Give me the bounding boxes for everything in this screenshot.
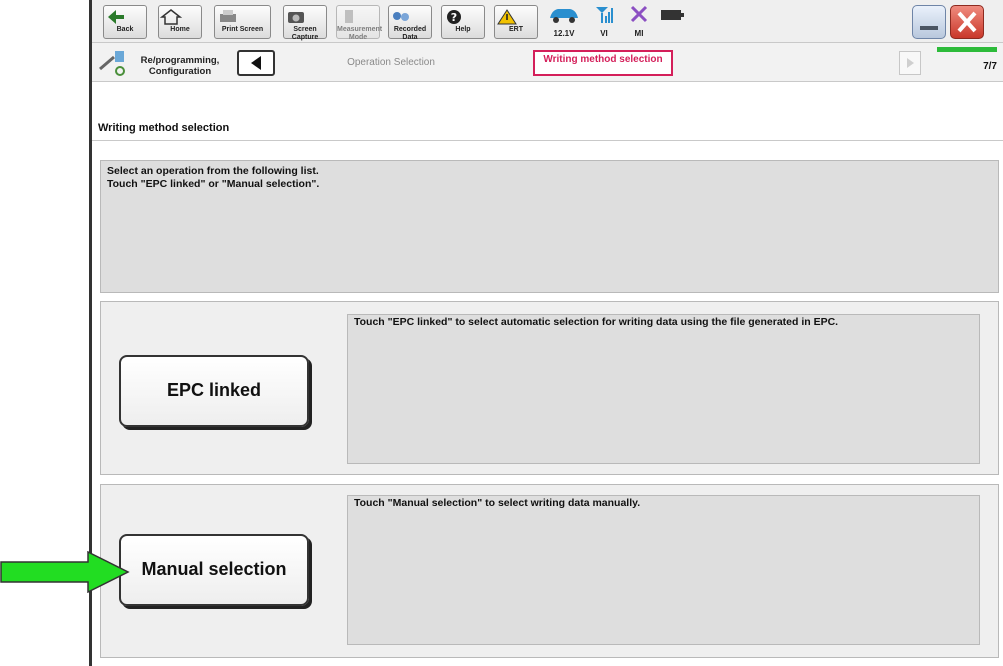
toolbar: Back Home Print Screen Screen Capture Me… (92, 0, 1003, 43)
nav-forward-button[interactable] (899, 51, 921, 75)
measurement-icon (345, 10, 353, 23)
instruction-line-1: Select an operation from the following l… (107, 165, 319, 177)
car-icon (550, 9, 578, 23)
close-button[interactable] (950, 5, 984, 39)
option-panel-epc-linked: EPC linked Touch "EPC linked" to select … (100, 301, 999, 475)
printer-icon (220, 10, 236, 22)
nav-back-button[interactable] (237, 50, 275, 76)
option-panel-manual-selection: Manual selection Touch "Manual selection… (100, 484, 999, 658)
close-icon (957, 11, 977, 33)
device-status (658, 4, 686, 31)
measurement-mode-label: Measurement Mode (337, 26, 383, 41)
progress-bar (937, 47, 997, 52)
minimize-button[interactable] (912, 5, 946, 39)
page-indicator: 7/7 (983, 61, 997, 72)
back-button-label: Back (116, 26, 134, 33)
home-button-label: Home (170, 26, 190, 33)
signal-icon (596, 7, 613, 23)
ert-label: ERT (509, 26, 523, 33)
manual-selection-description: Touch "Manual selection" to select writi… (347, 495, 980, 645)
page-title: Writing method selection (98, 122, 230, 134)
camera-icon (288, 12, 304, 23)
instruction-line-2: Touch "EPC linked" or "Manual selection"… (107, 178, 320, 190)
pointer-arrow-icon (0, 551, 130, 593)
epc-linked-description: Touch "EPC linked" to select automatic s… (347, 314, 980, 464)
screen-capture-button[interactable]: Screen Capture (283, 5, 327, 41)
voltage-label: 12.1V (553, 29, 575, 38)
warning-icon (497, 9, 517, 25)
recorded-data-icon (393, 12, 409, 21)
progress-indicator: 7/7 (937, 47, 1003, 79)
instruction-box: Select an operation from the following l… (100, 160, 999, 293)
recorded-data-label: Recorded Data (393, 26, 427, 41)
mi-status: MI (627, 4, 651, 38)
back-arrow-icon (108, 10, 124, 24)
disconnected-icon (630, 5, 648, 23)
title-divider (92, 140, 1003, 141)
mi-label: MI (634, 29, 644, 38)
print-screen-label: Print Screen (221, 26, 264, 33)
navigation-bar: Re/programming, Configuration Operation … (92, 43, 1003, 82)
reprogramming-icon (99, 51, 125, 76)
back-button[interactable]: Back (103, 5, 147, 39)
step-operation-selection[interactable]: Operation Selection (286, 51, 496, 75)
measurement-mode-button[interactable]: Measurement Mode (336, 5, 383, 41)
screen-capture-label: Screen Capture (291, 26, 319, 41)
vi-status: VI (592, 4, 616, 38)
ert-button[interactable]: ERT (494, 5, 538, 39)
vi-label: VI (600, 29, 608, 38)
battery-voltage-status: 12.1V (544, 4, 584, 38)
battery-icon (661, 10, 684, 20)
home-icon (159, 9, 183, 25)
recorded-data-button[interactable]: Recorded Data (388, 5, 432, 41)
app-window: Back Home Print Screen Screen Capture Me… (89, 0, 1003, 666)
section-label: Re/programming, Configuration (140, 55, 220, 77)
home-button[interactable]: Home (158, 5, 202, 39)
epc-linked-button[interactable]: EPC linked (119, 355, 309, 427)
print-screen-button[interactable]: Print Screen (214, 5, 271, 39)
step-writing-method-selection: Writing method selection (533, 50, 673, 76)
help-button[interactable]: ? Help (441, 5, 485, 39)
help-icon: ? (447, 10, 461, 24)
svg-text:?: ? (451, 11, 457, 24)
manual-selection-button[interactable]: Manual selection (119, 534, 309, 606)
help-label: Help (455, 26, 471, 33)
